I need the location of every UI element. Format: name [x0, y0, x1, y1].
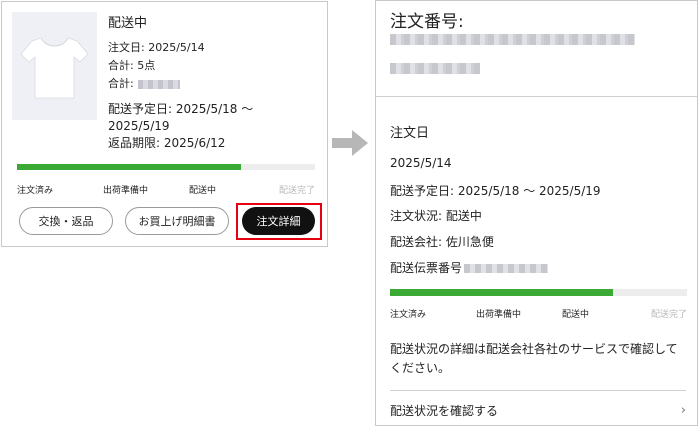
step-shipping: 配送中: [189, 186, 217, 196]
tracking-number-label: 配送伝票番号: [390, 261, 463, 275]
step-ordered: 注文済み: [390, 310, 427, 320]
order-detail-panel: 注文番号: 注文日 2025/5/14 配送予定日: 2025/5/18 〜 2…: [375, 0, 698, 426]
order-status-title: 配送中: [108, 16, 148, 31]
order-detail-button[interactable]: 注文詳細: [242, 207, 315, 235]
order-date: 注文日: 2025/5/14: [108, 41, 205, 54]
tshirt-image: [12, 12, 97, 120]
redacted-order-number-line2: [390, 63, 480, 74]
shipping-progress-bar: [17, 164, 315, 170]
check-delivery-status-label: 配送状況を確認する: [390, 403, 499, 418]
order-status: 注文状況: 配送中: [390, 209, 482, 223]
shipping-progress-fill: [17, 164, 241, 170]
exchange-return-button[interactable]: 交換・返品: [19, 207, 113, 235]
redacted-tracking-number: [464, 264, 549, 273]
total-price: 合計:: [108, 77, 253, 91]
section-title-order-date: 注文日: [390, 126, 430, 141]
delivery-schedule: 配送予定日: 2025/5/18 〜 2025/5/19 返品期限: 2025/…: [108, 101, 253, 152]
check-delivery-status-link[interactable]: 配送状況を確認する ›: [390, 397, 686, 423]
step-ordered: 注文済み: [17, 186, 54, 196]
shipping-steps: 注文済み 出荷準備中 配送中 配送完了: [17, 183, 315, 196]
redacted-price: [137, 79, 180, 89]
divider: [390, 390, 686, 391]
right-arrow-icon: [332, 130, 368, 156]
shipping-steps: 注文済み 出荷準備中 配送中 配送完了: [390, 307, 687, 320]
return-deadline: 返品期限: 2025/6/12: [108, 136, 226, 150]
tracking-number: 配送伝票番号: [390, 259, 549, 276]
delivery-note: 配送状況の詳細は配送会社各社のサービスで確認してください。: [390, 342, 678, 375]
step-preparing: 出荷準備中: [476, 310, 522, 320]
shipping-progress-bar: [390, 289, 687, 296]
product-thumbnail[interactable]: [12, 12, 97, 120]
total-price-label: 合計:: [108, 77, 134, 90]
delivery-date: 配送予定日: 2025/5/18 〜 2025/5/19: [390, 184, 601, 198]
step-preparing: 出荷準備中: [103, 186, 149, 196]
step-shipping: 配送中: [562, 310, 590, 320]
order-number-label: 注文番号:: [390, 12, 464, 32]
divider: [376, 96, 697, 97]
order-date-value: 2025/5/14: [390, 156, 452, 170]
shipping-progress-fill: [390, 289, 613, 296]
receipt-button[interactable]: お買上げ明細書: [125, 207, 229, 235]
step-delivered: 配送完了: [650, 310, 687, 320]
order-info: 配送中 注文日: 2025/5/14 合計: 5点 合計: 配送予定日: 202…: [108, 16, 253, 152]
step-delivered: 配送完了: [278, 186, 315, 196]
chevron-right-icon: ›: [680, 402, 686, 418]
order-summary-card: 配送中 注文日: 2025/5/14 合計: 5点 合計: 配送予定日: 202…: [1, 1, 328, 247]
items-total: 合計: 5点: [108, 59, 156, 72]
redacted-order-number-line1: [390, 34, 635, 45]
carrier: 配送会社: 佐川急便: [390, 235, 494, 249]
delivery-date-line2: 2025/5/19: [108, 119, 170, 133]
delivery-date-line1: 配送予定日: 2025/5/18 〜: [108, 102, 254, 116]
